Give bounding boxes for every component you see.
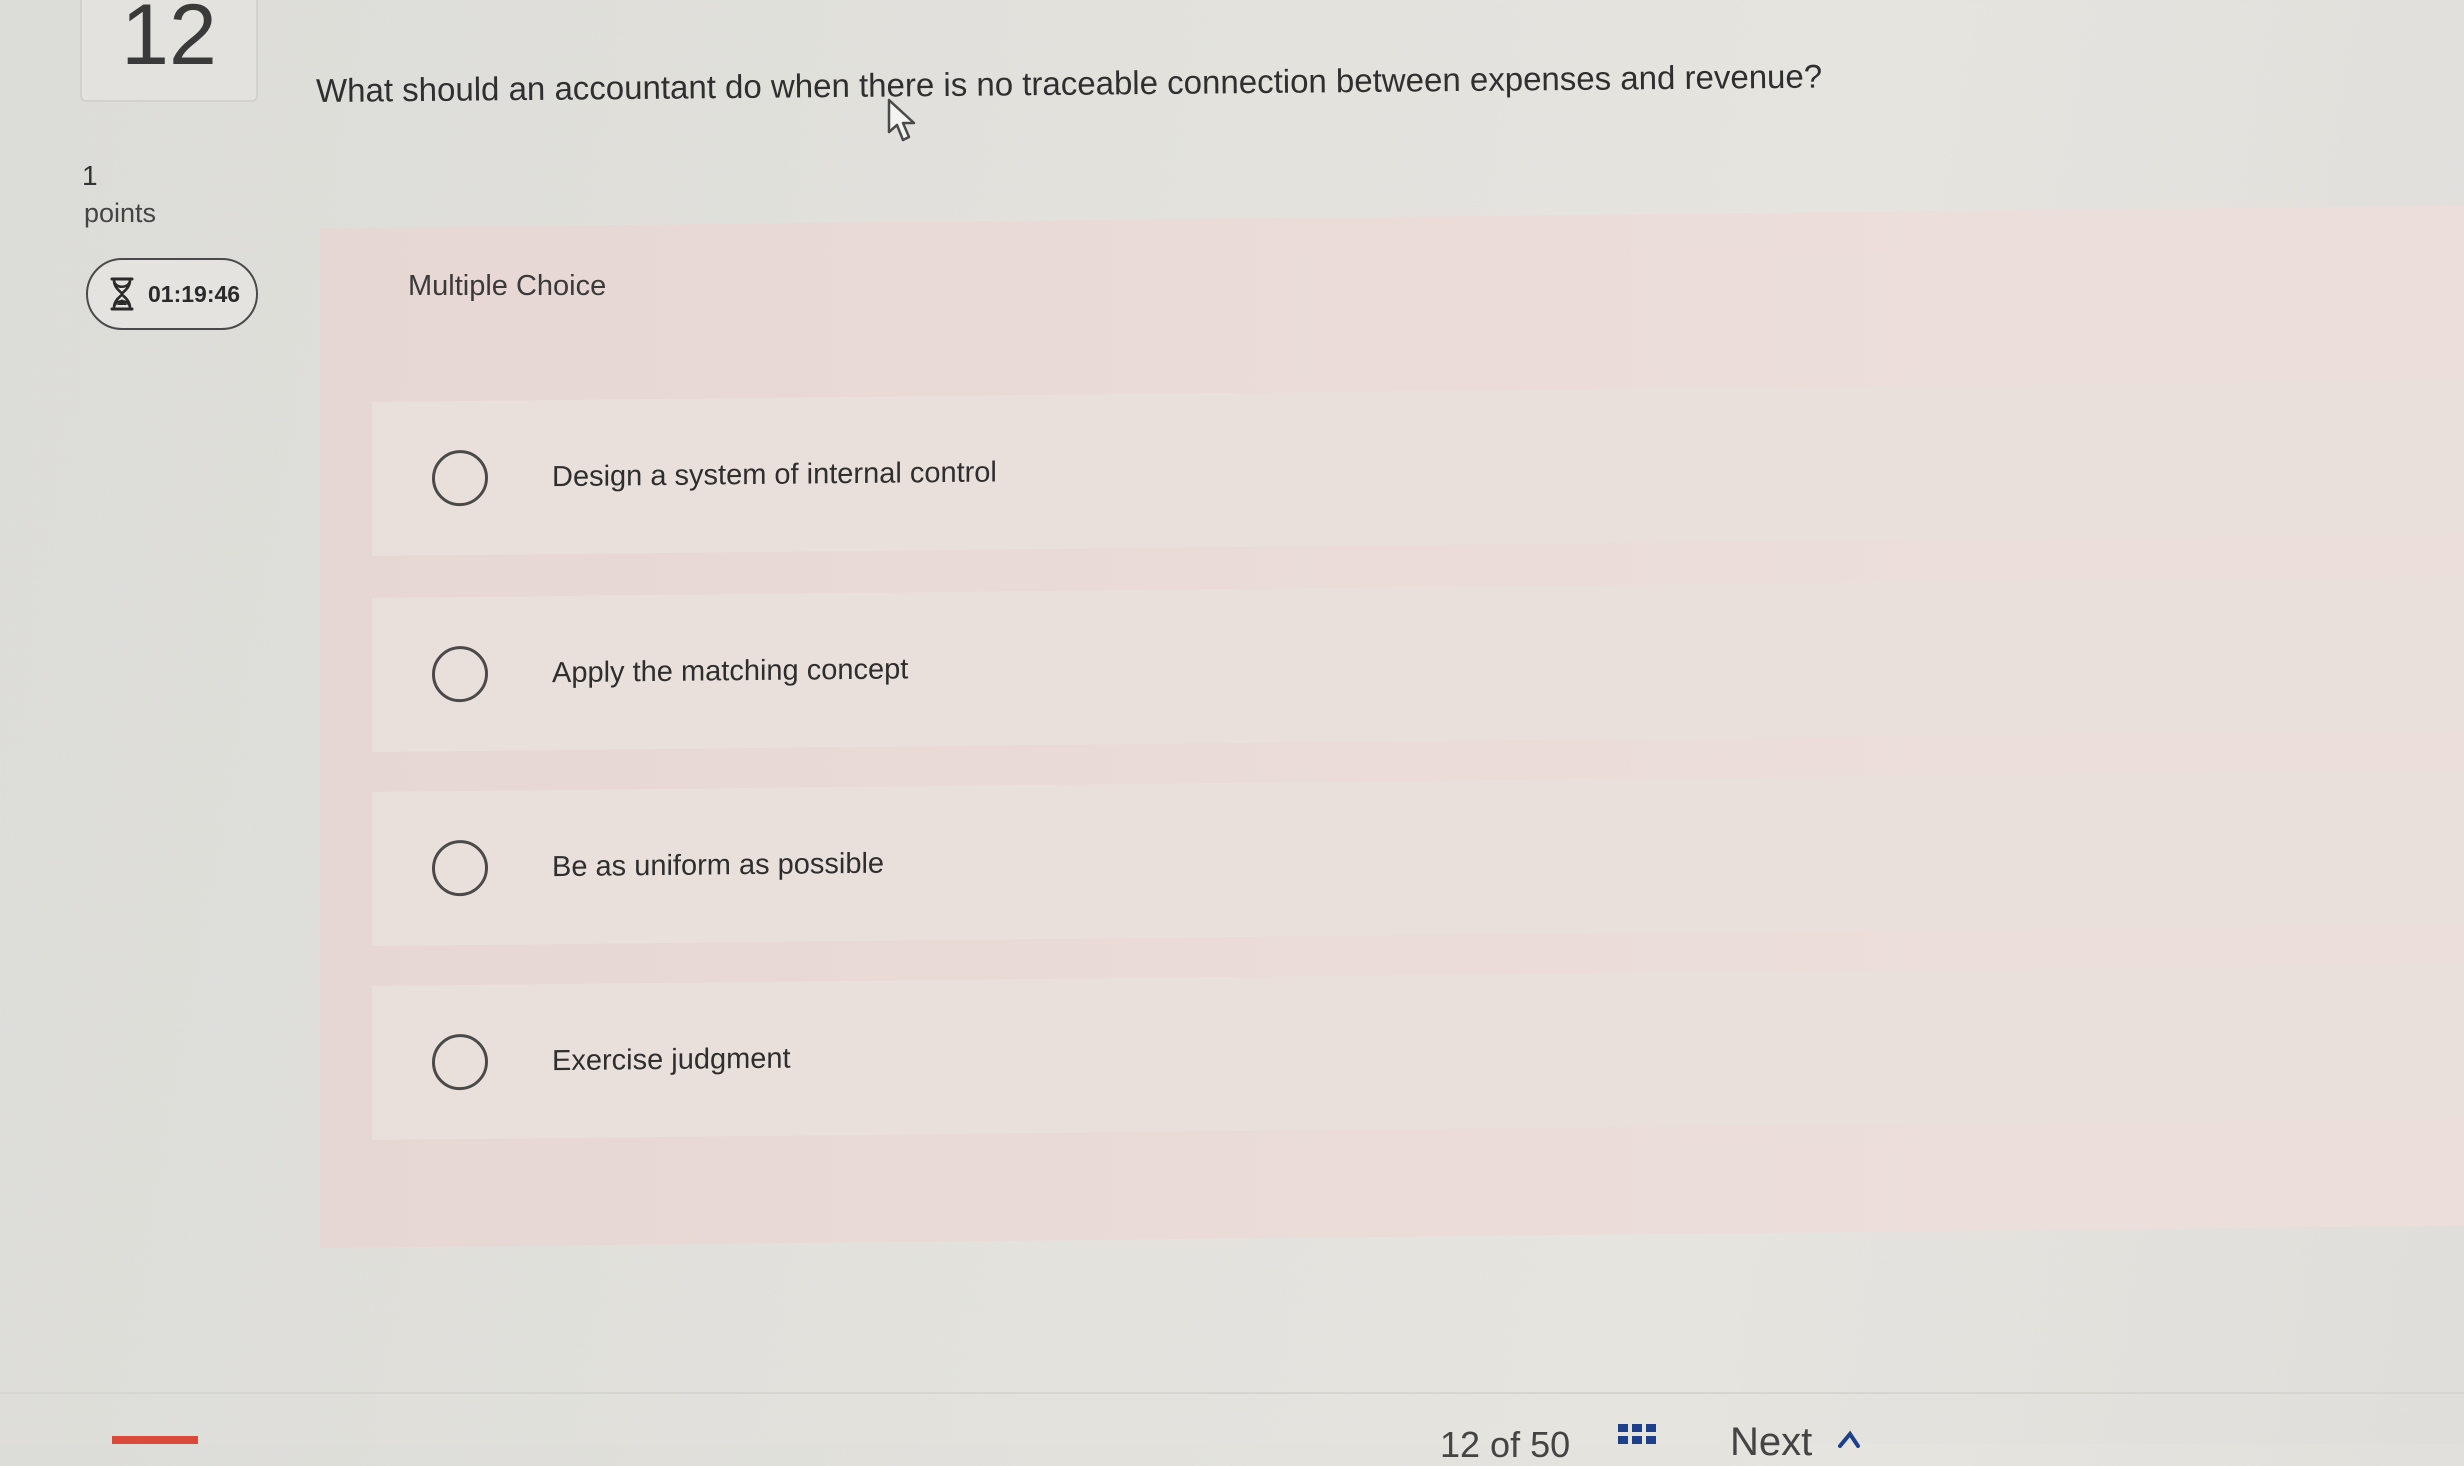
timer-badge[interactable]: 01:19:46 [86, 258, 258, 330]
radio-button[interactable] [432, 839, 488, 897]
page-indicator[interactable]: 12 of 50 [1440, 1424, 1570, 1466]
answer-option[interactable]: Design a system of internal control [372, 380, 2464, 556]
mouse-cursor-icon [886, 98, 918, 149]
points-value: 1 [82, 160, 98, 191]
footer-accent-bar [112, 1436, 198, 1444]
question-number: 12 [121, 0, 217, 83]
answer-option-text: Be as uniform as possible [552, 847, 885, 883]
radio-button[interactable] [432, 1033, 488, 1091]
answer-option[interactable]: Exercise judgment [372, 964, 2464, 1140]
hourglass-icon [110, 277, 134, 311]
answer-option-text: Design a system of internal control [552, 455, 997, 493]
next-button[interactable]: Next [1730, 1420, 1812, 1465]
grid-icon[interactable] [1618, 1424, 1656, 1444]
radio-button[interactable] [432, 645, 488, 703]
answer-option[interactable]: Apply the matching concept [372, 576, 2464, 752]
timer-text: 01:19:46 [148, 280, 241, 307]
question-type-label: Multiple Choice [408, 270, 607, 302]
question-number-box: 12 [80, 0, 258, 102]
points-label: points [84, 198, 157, 228]
answer-option-text: Apply the matching concept [552, 652, 909, 689]
chevron-right-icon[interactable] [1836, 1428, 1860, 1453]
radio-button[interactable] [432, 449, 488, 507]
answer-option[interactable]: Be as uniform as possible [372, 770, 2464, 946]
footer-divider [0, 1392, 2464, 1394]
answer-option-text: Exercise judgment [552, 1042, 791, 1077]
question-prompt: What should an accountant do when there … [315, 57, 1823, 109]
